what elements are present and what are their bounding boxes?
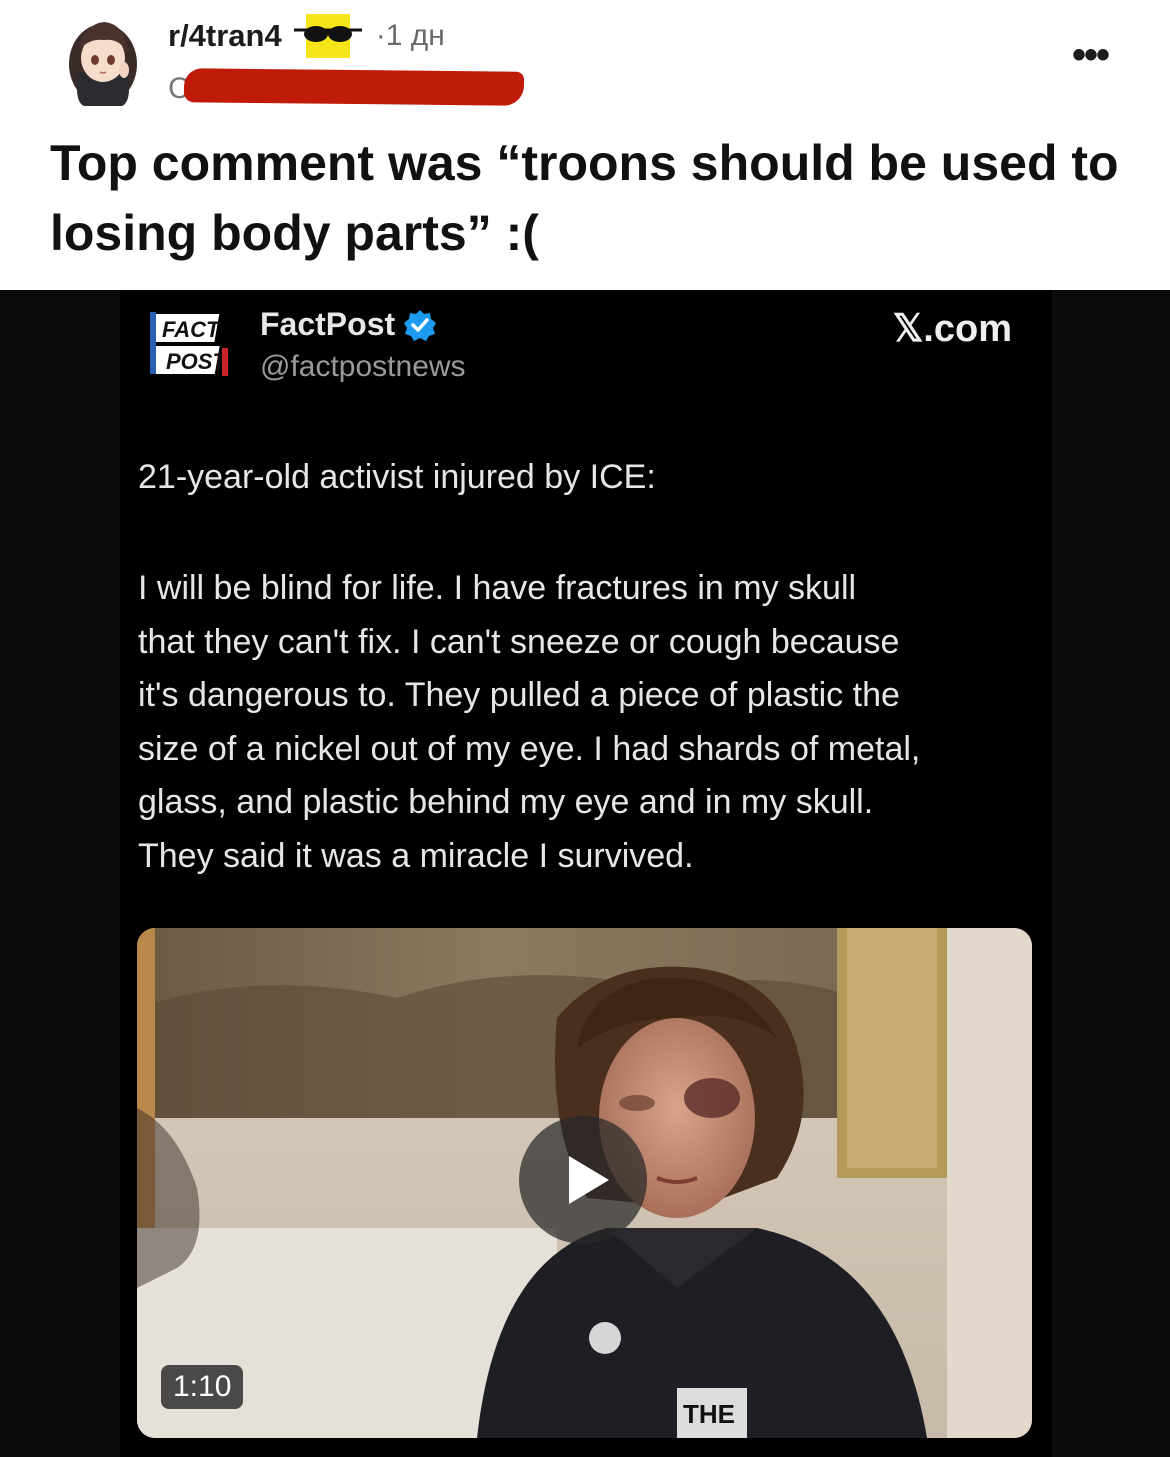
logo-line2: POST [166, 349, 227, 374]
subreddit-name[interactable]: r/4tran4 [168, 18, 282, 54]
play-icon [569, 1156, 609, 1204]
video-duration: 1:10 [161, 1365, 244, 1409]
verified-badge-icon [404, 309, 437, 341]
video-thumbnail[interactable]: THE 1:10 [137, 928, 1032, 1438]
tweet-line: that they can't fix. I can't sneeze or c… [138, 622, 900, 661]
source-label: 𝕏.com [892, 308, 1012, 350]
account-name-row: FactPost [260, 306, 437, 343]
tweet-line: They said it was a miracle I survived. [138, 836, 694, 875]
logo-line1: FACT [162, 317, 221, 342]
tweet-line: I will be blind for life. I have fractur… [138, 569, 857, 607]
tweet-screenshot: FACT POST FactPost @factpostnews 𝕏.com 2… [120, 290, 1052, 1457]
tweet-body: I will be blind for life. I have fractur… [138, 562, 1038, 883]
jacket-text: THE [683, 1399, 735, 1429]
account-name: FactPost [260, 306, 396, 342]
sunglasses-emoji-icon [293, 14, 362, 58]
post-image[interactable]: FACT POST FactPost @factpostnews 𝕏.com 2… [0, 290, 1170, 1457]
tweet-lead-text: 21-year-old activist injured by ICE: [138, 458, 656, 496]
post-time: ·1 дн [375, 19, 445, 52]
avatar[interactable] [64, 12, 142, 106]
post-title[interactable]: Top comment was “troons should be used t… [50, 128, 1130, 268]
tweet-line: size of a nickel out of my eye. I had sh… [138, 729, 921, 768]
factpost-logo: FACT POST [150, 312, 228, 376]
more-options-icon[interactable]: ••• [1072, 35, 1122, 75]
username-redaction [183, 68, 525, 106]
tweet-line: glass, and plastic behind my eye and in … [138, 783, 874, 821]
account-handle: @factpostnews [260, 350, 466, 383]
post-header: r/4tran4 ·1 дн C ••• Top comment was “tr… [0, 0, 1170, 290]
play-button[interactable] [519, 1116, 647, 1244]
username-row[interactable]: C [168, 68, 528, 106]
tweet-line: it's dangerous to. They pulled a piece o… [138, 676, 900, 714]
